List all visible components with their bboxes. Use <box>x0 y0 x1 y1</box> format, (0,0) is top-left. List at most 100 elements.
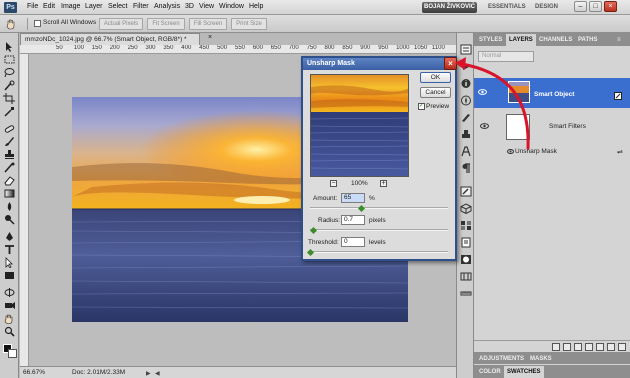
brush-panel-icon[interactable] <box>460 112 472 123</box>
3d-camera-tool-icon[interactable] <box>3 300 16 311</box>
zoom-in-button[interactable]: + <box>380 180 387 187</box>
tab-layers[interactable]: LAYERS <box>506 34 536 46</box>
filter-mask-thumbnail[interactable] <box>506 114 530 140</box>
tab-adjustments[interactable]: ADJUSTMENTS <box>476 353 527 365</box>
maximize-button[interactable]: □ <box>589 1 602 12</box>
workspace-design[interactable]: DESIGN <box>535 4 558 10</box>
menu-analysis[interactable]: Analysis <box>154 3 180 10</box>
radius-slider-track[interactable] <box>310 229 448 231</box>
print-size-button[interactable]: Print Size <box>231 18 267 30</box>
healing-brush-tool-icon[interactable] <box>3 123 16 134</box>
add-mask-icon[interactable] <box>574 343 582 351</box>
amount-slider-track[interactable] <box>310 207 448 209</box>
visibility-eye-icon[interactable] <box>478 89 487 95</box>
animation-panel-icon[interactable] <box>460 271 472 282</box>
path-selection-tool-icon[interactable] <box>3 257 16 269</box>
actual-pixels-button[interactable]: Actual Pixels <box>99 18 143 30</box>
navigator-panel-icon[interactable] <box>460 95 472 106</box>
zoom-tool-icon[interactable] <box>3 326 16 337</box>
cancel-button[interactable]: Cancel <box>420 87 451 98</box>
new-group-icon[interactable] <box>596 343 604 351</box>
tab-paths[interactable]: PATHS <box>575 34 600 46</box>
clone-stamp-tool-icon[interactable] <box>3 149 16 160</box>
amount-input[interactable]: 65 <box>341 193 365 203</box>
ok-button[interactable]: OK <box>420 72 451 83</box>
menu-file[interactable]: File <box>27 3 38 10</box>
layer-name[interactable]: Smart Object <box>534 91 574 98</box>
new-layer-icon[interactable] <box>607 343 615 351</box>
visibility-eye-icon[interactable] <box>507 149 514 154</box>
3d-panel-icon[interactable] <box>460 203 472 215</box>
menu-view[interactable]: View <box>199 3 214 10</box>
blur-tool-icon[interactable] <box>3 201 16 212</box>
threshold-input[interactable]: 0 <box>341 237 365 247</box>
eraser-tool-icon[interactable] <box>3 175 16 186</box>
gradient-tool-icon[interactable] <box>3 188 16 199</box>
background-color-swatch[interactable] <box>8 349 17 358</box>
zoom-out-button[interactable]: − <box>330 180 337 187</box>
scroll-left-arrow-icon[interactable]: ◀ <box>155 369 160 378</box>
workspace-switcher[interactable]: BOJAN ŽIVKOVIĆ <box>422 2 477 13</box>
status-menu-arrow-icon[interactable]: ▶ <box>146 369 151 378</box>
filter-row-unsharp-mask[interactable]: Unsharp Mask ⇌ <box>474 146 630 158</box>
tab-styles[interactable]: STYLES <box>476 34 505 46</box>
tab-channels[interactable]: CHANNELS <box>536 34 575 46</box>
visibility-eye-icon[interactable] <box>480 123 489 129</box>
tab-swatches[interactable]: SWATCHES <box>504 366 544 378</box>
panel-menu-icon[interactable]: ≡ <box>614 34 624 46</box>
filter-preview[interactable] <box>310 74 409 177</box>
threshold-slider-track[interactable] <box>310 251 448 253</box>
menu-select[interactable]: Select <box>108 3 127 10</box>
tool-presets-panel-icon[interactable] <box>460 186 472 197</box>
quick-select-tool-icon[interactable] <box>3 80 16 91</box>
fit-screen-button[interactable]: Fit Screen <box>147 18 185 30</box>
brush-tool-icon[interactable] <box>3 136 16 147</box>
link-layers-icon[interactable] <box>552 343 560 351</box>
marquee-tool-icon[interactable] <box>3 54 16 65</box>
scroll-all-windows-checkbox[interactable] <box>34 20 41 27</box>
info-panel-icon[interactable] <box>460 78 472 89</box>
dialog-close-button[interactable]: × <box>444 57 457 70</box>
dodge-tool-icon[interactable] <box>3 214 16 225</box>
measurement-log-panel-icon[interactable] <box>460 288 472 299</box>
hand-tool-icon[interactable] <box>3 313 16 324</box>
zoom-level[interactable]: 66.67% <box>23 367 45 378</box>
shape-tool-icon[interactable] <box>3 270 16 281</box>
adjustment-layer-icon[interactable] <box>585 343 593 351</box>
crop-tool-icon[interactable] <box>3 93 16 104</box>
history-brush-tool-icon[interactable] <box>3 162 16 173</box>
tab-masks[interactable]: MASKS <box>527 353 555 365</box>
menu-filter[interactable]: Filter <box>133 3 149 10</box>
3d-rotate-tool-icon[interactable] <box>3 287 16 298</box>
menu-image[interactable]: Image <box>61 3 80 10</box>
fill-screen-button[interactable]: Fill Screen <box>189 18 227 30</box>
pen-tool-icon[interactable] <box>3 231 16 242</box>
tab-color[interactable]: COLOR <box>476 366 504 378</box>
eyedropper-tool-icon[interactable] <box>3 106 16 117</box>
preview-checkbox[interactable]: ✓ <box>418 103 425 110</box>
paragraph-panel-icon[interactable] <box>460 163 472 174</box>
type-tool-icon[interactable] <box>3 244 16 255</box>
close-window-button[interactable]: × <box>604 1 617 12</box>
menu-3d[interactable]: 3D <box>185 3 194 10</box>
menu-window[interactable]: Window <box>219 3 244 10</box>
layer-row-smart-object[interactable]: Smart Object <box>474 78 630 108</box>
menu-edit[interactable]: Edit <box>43 3 55 10</box>
close-document-icon[interactable]: × <box>208 34 212 41</box>
character-panel-icon[interactable] <box>460 146 472 157</box>
document-tab[interactable]: mmzoNDc_1024.jpg @ 66.7% (Smart Object, … <box>20 33 200 45</box>
hand-tool-icon[interactable] <box>5 18 17 30</box>
masks-panel-icon[interactable] <box>460 254 472 265</box>
delete-layer-icon[interactable] <box>618 343 626 351</box>
dialog-title[interactable]: Unsharp Mask <box>303 58 455 70</box>
actions-panel-icon[interactable] <box>460 61 472 72</box>
history-panel-icon[interactable] <box>460 44 472 55</box>
layer-style-icon[interactable] <box>563 343 571 351</box>
move-tool-icon[interactable] <box>3 41 16 52</box>
filter-blending-options-icon[interactable]: ⇌ <box>617 148 623 156</box>
smart-filters-row[interactable]: Smart Filters <box>474 110 630 144</box>
menu-layer[interactable]: Layer <box>85 3 103 10</box>
minimize-button[interactable]: – <box>574 1 587 12</box>
blend-mode-select[interactable]: Normal <box>478 51 534 62</box>
menu-help[interactable]: Help <box>249 3 263 10</box>
